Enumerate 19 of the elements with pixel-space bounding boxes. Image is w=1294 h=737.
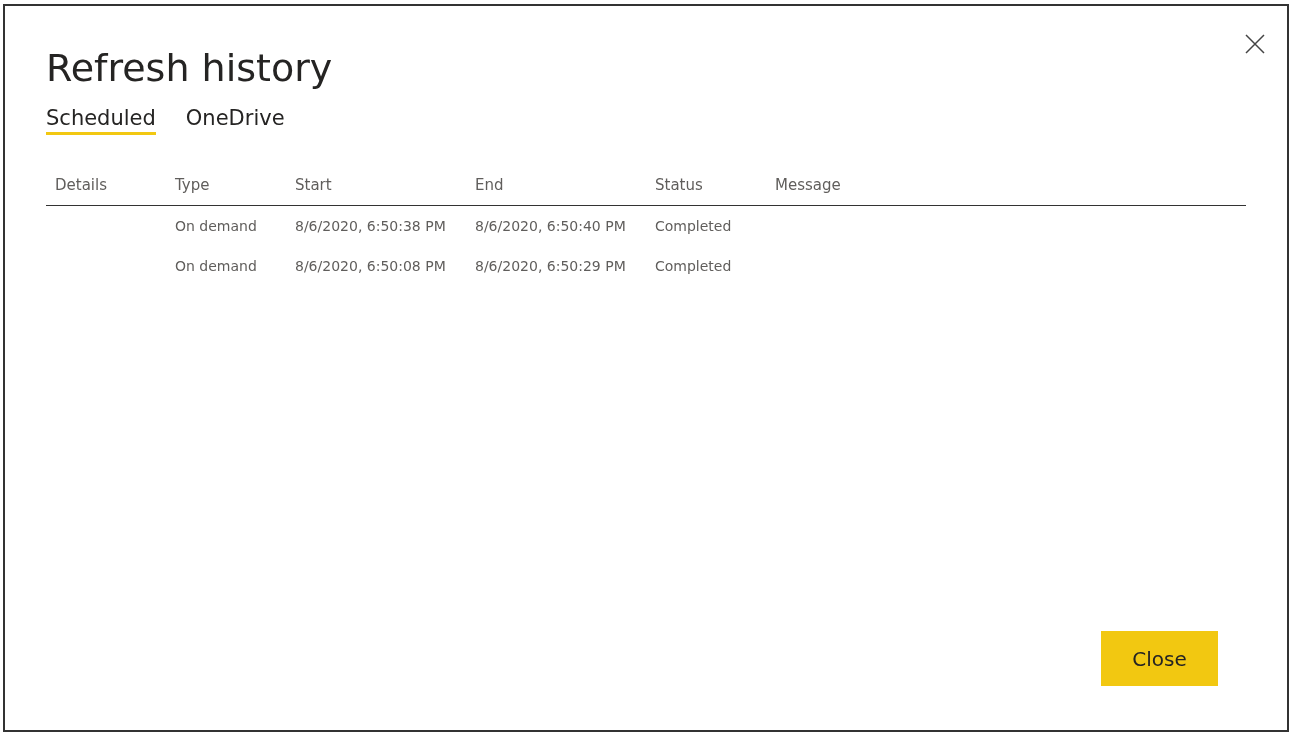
close-icon[interactable] [1245,34,1265,54]
table-cell-text: Completed [654,218,733,234]
tab[interactable]: Scheduled [46,106,156,135]
table-cell-text: On demand [174,258,258,274]
column-header: Details [54,176,108,194]
table-cell-text: 8/6/2020, 6:50:29 PM [474,258,627,274]
column-header: End [474,176,505,194]
column-header: Start [294,176,333,194]
table-cell-text: 8/6/2020, 6:50:08 PM [294,258,447,274]
dialog-title: Refresh history [46,45,334,92]
table-cell-text: On demand [174,218,258,234]
tab[interactable]: OneDrive [185,106,285,135]
table-cell-text: 8/6/2020, 6:50:38 PM [294,218,447,234]
table-cell-text: 8/6/2020, 6:50:40 PM [474,218,627,234]
column-header: Status [654,176,704,194]
column-header: Type [174,176,211,194]
column-header: Message [774,176,842,194]
close-button[interactable]: Close [1101,631,1218,686]
table-cell-text: Completed [654,258,733,274]
